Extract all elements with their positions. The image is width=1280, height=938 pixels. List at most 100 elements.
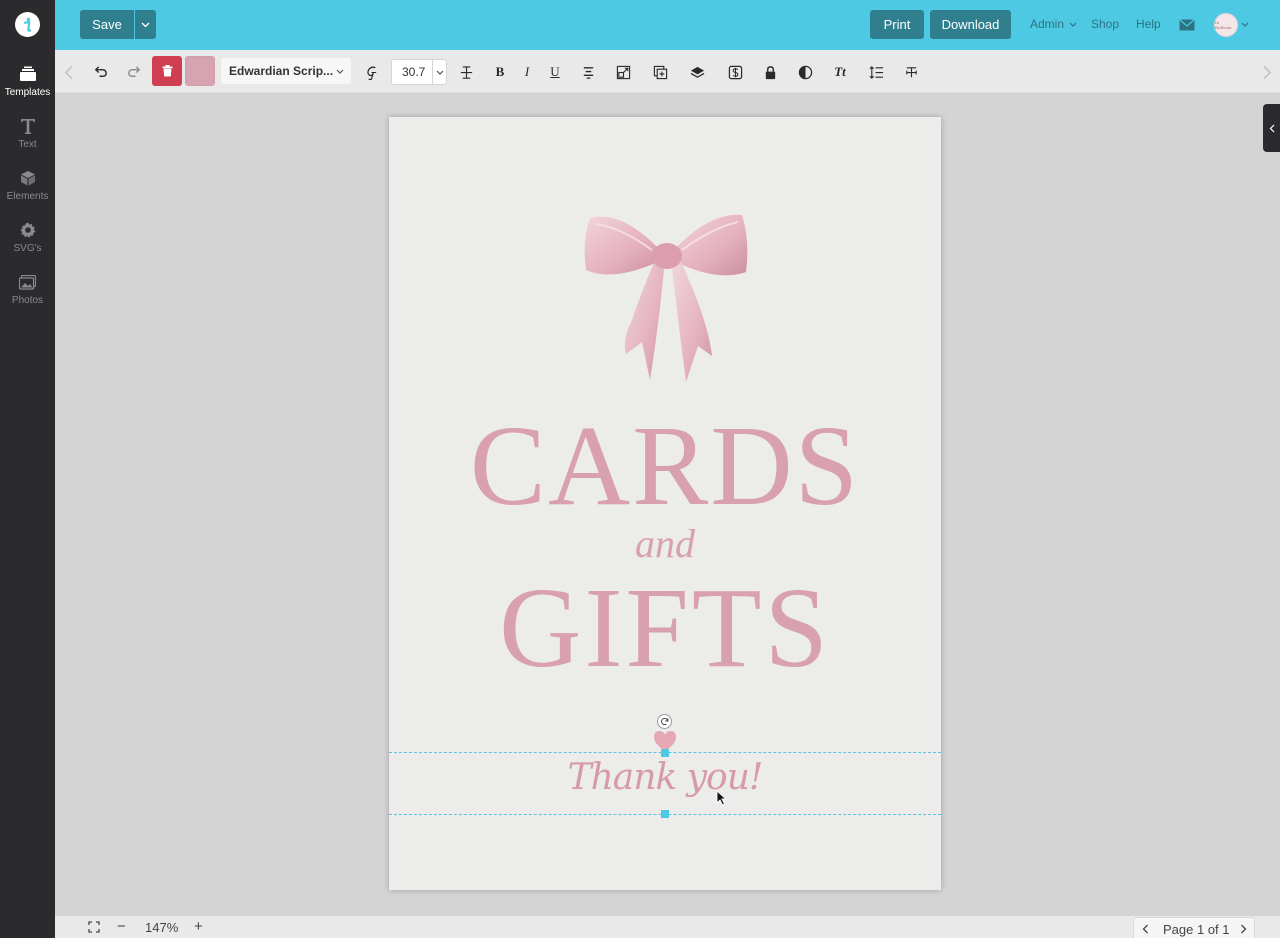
- templett-logo-icon: [23, 17, 32, 32]
- resize-button[interactable]: [610, 59, 636, 85]
- sidebar-item-svgs[interactable]: SVG's: [0, 214, 55, 260]
- text-case-button[interactable]: Tt: [827, 59, 853, 85]
- price-button[interactable]: [722, 59, 748, 85]
- line-height-icon: [869, 65, 883, 79]
- sidebar-item-label: Photos: [11, 295, 44, 306]
- underline-button[interactable]: U: [542, 59, 568, 85]
- chevron-down-icon[interactable]: [1241, 22, 1249, 27]
- selection-handle-bottom[interactable]: [661, 810, 669, 818]
- bottom-bar: − 147% + Page 1 of 1: [55, 915, 1280, 938]
- templates-icon: [18, 64, 38, 84]
- lock-icon: [765, 65, 775, 79]
- selection-handle-top[interactable]: [661, 749, 669, 757]
- page-indicator: Page 1 of 1: [1163, 922, 1230, 937]
- text-fit-icon: [905, 66, 917, 77]
- admin-menu-label: Admin: [1030, 17, 1065, 31]
- text-color-swatch[interactable]: [185, 56, 215, 86]
- shop-link[interactable]: Shop: [1091, 17, 1119, 31]
- zoom-level: 147%: [145, 920, 179, 935]
- right-panel-toggle[interactable]: [1263, 104, 1280, 152]
- chevron-right-icon: [1263, 65, 1271, 79]
- font-size-input[interactable]: 30.7: [391, 59, 447, 85]
- mouse-cursor-icon: [716, 790, 728, 806]
- chevron-down-icon[interactable]: [436, 70, 444, 75]
- italic-button[interactable]: I: [514, 59, 540, 85]
- avatar-text: In Bulloom: [1215, 20, 1232, 30]
- next-page-icon[interactable]: [1240, 924, 1247, 934]
- zoom-out-button[interactable]: −: [117, 918, 126, 935]
- save-button[interactable]: Save: [80, 10, 134, 39]
- sidebar-item-elements[interactable]: Elements: [0, 162, 55, 208]
- fullscreen-icon: [88, 921, 100, 933]
- dollar-icon: [728, 65, 742, 79]
- font-family-value: Edwardian Scrip...: [229, 64, 334, 78]
- sidebar-item-label: SVG's: [13, 243, 42, 254]
- headline-and[interactable]: and: [389, 520, 941, 567]
- font-family-select[interactable]: Edwardian Scrip...: [221, 58, 351, 84]
- redo-icon: [127, 65, 140, 77]
- font-style-icon: [366, 66, 376, 80]
- sidebar-item-label: Elements: [6, 191, 49, 202]
- align-center-icon: [583, 66, 593, 79]
- opacity-icon: [798, 65, 812, 79]
- layers-button[interactable]: [684, 59, 710, 85]
- resize-icon: [616, 65, 630, 79]
- zoom-in-button[interactable]: +: [194, 918, 203, 935]
- top-header: Save Print Download Admin Shop Help In B…: [55, 0, 1280, 50]
- headline-gifts[interactable]: GIFTS: [389, 562, 941, 694]
- thank-you-text[interactable]: Thank you!: [389, 757, 941, 798]
- avatar[interactable]: In Bulloom: [1214, 13, 1238, 37]
- layers-icon: [690, 66, 704, 78]
- undo-button[interactable]: [87, 59, 113, 85]
- sidebar-item-text[interactable]: Text: [0, 110, 55, 156]
- sidebar-item-label: Text: [18, 139, 37, 150]
- letter-spacing-icon: [460, 65, 472, 79]
- bow-image[interactable]: [582, 210, 752, 390]
- text-fit-button[interactable]: [898, 59, 924, 85]
- save-options-button[interactable]: [135, 10, 156, 39]
- print-button[interactable]: Print: [870, 10, 924, 39]
- prev-page-icon[interactable]: [1142, 924, 1149, 934]
- toolbar-scroll-left[interactable]: [55, 59, 81, 85]
- download-button[interactable]: Download: [930, 10, 1011, 39]
- font-size-value: 30.7: [402, 65, 426, 79]
- chevron-left-icon: [1269, 124, 1274, 132]
- chevron-down-icon: [336, 69, 344, 74]
- toolbar-scroll-right[interactable]: [1254, 59, 1280, 85]
- fit-screen-button[interactable]: [88, 921, 100, 936]
- chevron-left-icon: [64, 65, 72, 79]
- cube-icon: [18, 168, 38, 188]
- sidebar-item-label: Templates: [4, 87, 51, 98]
- mail-icon[interactable]: [1179, 18, 1195, 36]
- text-toolbar: Edwardian Scrip... 30.7 B I U Tt: [55, 50, 1280, 93]
- duplicate-icon: [653, 65, 667, 79]
- chevron-down-icon: [1069, 22, 1077, 28]
- duplicate-button[interactable]: [647, 59, 673, 85]
- lock-button[interactable]: [757, 59, 783, 85]
- align-button[interactable]: [575, 59, 601, 85]
- text-icon: [18, 116, 38, 136]
- opacity-button[interactable]: [792, 59, 818, 85]
- admin-menu[interactable]: Admin: [1030, 17, 1077, 31]
- design-canvas[interactable]: CARDS and GIFTS Thank you!: [389, 117, 941, 890]
- bold-button[interactable]: B: [487, 59, 513, 85]
- redo-button[interactable]: [121, 59, 147, 85]
- chevron-down-icon: [141, 22, 150, 27]
- gear-icon: [18, 220, 38, 240]
- headline-cards[interactable]: CARDS: [389, 400, 941, 532]
- help-link[interactable]: Help: [1136, 17, 1161, 31]
- page-navigator: Page 1 of 1: [1133, 917, 1255, 938]
- font-style-button[interactable]: [358, 59, 384, 85]
- rotate-icon: [661, 717, 669, 726]
- photo-icon: [18, 272, 38, 292]
- trash-icon: [162, 65, 172, 77]
- rotate-handle[interactable]: [657, 714, 672, 729]
- left-sidebar: Templates Text Elements SVG's Photos: [0, 0, 55, 938]
- app-logo[interactable]: [15, 12, 40, 37]
- letter-spacing-button[interactable]: [453, 59, 479, 85]
- line-height-button[interactable]: [863, 59, 889, 85]
- sidebar-item-templates[interactable]: Templates: [0, 58, 55, 104]
- sidebar-item-photos[interactable]: Photos: [0, 266, 55, 312]
- undo-icon: [94, 65, 107, 77]
- delete-button[interactable]: [152, 56, 182, 86]
